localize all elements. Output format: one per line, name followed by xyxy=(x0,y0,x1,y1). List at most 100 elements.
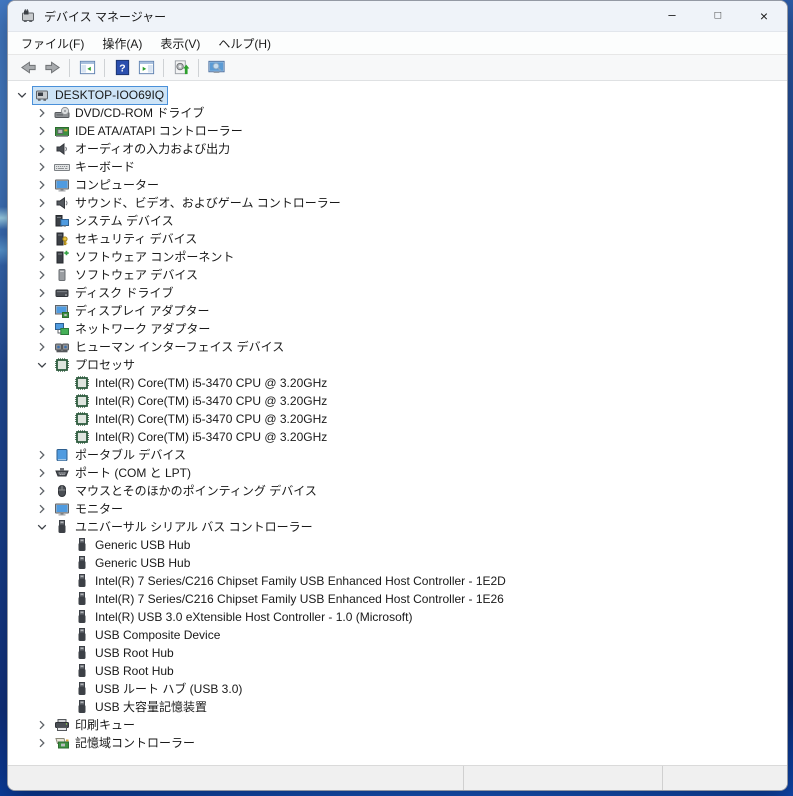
tree-item-content[interactable]: USB Root Hub xyxy=(72,662,178,681)
chevron-right-icon[interactable] xyxy=(34,141,50,157)
show-action-pane-button[interactable] xyxy=(135,57,157,78)
close-button[interactable]: × xyxy=(741,1,787,31)
tree-item[interactable]: 印刷キュー xyxy=(8,716,787,734)
chevron-right-icon[interactable] xyxy=(34,195,50,211)
tree-item[interactable]: ヒューマン インターフェイス デバイス xyxy=(8,338,787,356)
tree-item[interactable]: 記憶域コントローラー xyxy=(8,734,787,752)
forward-button[interactable] xyxy=(41,57,63,78)
tree-item[interactable]: USB Root Hub xyxy=(8,662,787,680)
tree-item[interactable]: キーボード xyxy=(8,158,787,176)
tree-item-content[interactable]: Intel(R) 7 Series/C216 Chipset Family US… xyxy=(72,572,510,591)
chevron-right-icon[interactable] xyxy=(34,321,50,337)
help-button[interactable]: ? xyxy=(111,57,133,78)
tree-item[interactable]: USB 大容量記憶装置 xyxy=(8,698,787,716)
tree-item[interactable]: DESKTOP-IOO69IQ xyxy=(8,85,787,105)
tree-item[interactable]: IDE ATA/ATAPI コントローラー xyxy=(8,122,787,140)
tree-item[interactable]: セキュリティ デバイス xyxy=(8,230,787,248)
tree-item-content[interactable]: USB Root Hub xyxy=(72,644,178,663)
tree-item-content[interactable]: ネットワーク アダプター xyxy=(52,320,214,339)
chevron-right-icon[interactable] xyxy=(34,285,50,301)
tree-item[interactable]: コンピューター xyxy=(8,176,787,194)
chevron-right-icon[interactable] xyxy=(34,339,50,355)
tree-item-content[interactable]: ユニバーサル シリアル バス コントローラー xyxy=(52,518,317,537)
tree-item[interactable]: ディスプレイ アダプター xyxy=(8,302,787,320)
tree-item[interactable]: Intel(R) 7 Series/C216 Chipset Family US… xyxy=(8,590,787,608)
tree-item-content[interactable]: キーボード xyxy=(52,158,139,177)
tree-item[interactable]: Intel(R) Core(TM) i5-3470 CPU @ 3.20GHz xyxy=(8,392,787,410)
menu-item-help[interactable]: ヘルプ(H) xyxy=(209,33,280,54)
tree-item[interactable]: Intel(R) 7 Series/C216 Chipset Family US… xyxy=(8,572,787,590)
chevron-right-icon[interactable] xyxy=(34,123,50,139)
tree-item-content[interactable]: USB ルート ハブ (USB 3.0) xyxy=(72,680,246,699)
tree-item-content[interactable]: サウンド、ビデオ、およびゲーム コントローラー xyxy=(52,194,345,213)
minimize-button[interactable]: – xyxy=(649,1,695,31)
tree-item-content[interactable]: 印刷キュー xyxy=(52,716,139,735)
chevron-right-icon[interactable] xyxy=(34,735,50,751)
chevron-right-icon[interactable] xyxy=(34,483,50,499)
chevron-right-icon[interactable] xyxy=(34,231,50,247)
search-computer-button[interactable] xyxy=(205,57,227,78)
tree-item[interactable]: Generic USB Hub xyxy=(8,536,787,554)
tree-item-content[interactable]: Intel(R) Core(TM) i5-3470 CPU @ 3.20GHz xyxy=(72,374,331,393)
tree-item-selected-box[interactable]: DESKTOP-IOO69IQ xyxy=(32,85,169,105)
tree-item[interactable]: USB Composite Device xyxy=(8,626,787,644)
tree-item-content[interactable]: Intel(R) Core(TM) i5-3470 CPU @ 3.20GHz xyxy=(72,428,331,447)
tree-item-content[interactable]: ソフトウェア コンポーネント xyxy=(52,248,238,267)
tree-item[interactable]: マウスとそのほかのポインティング デバイス xyxy=(8,482,787,500)
tree-item[interactable]: Intel(R) Core(TM) i5-3470 CPU @ 3.20GHz xyxy=(8,428,787,446)
tree-item[interactable]: USB ルート ハブ (USB 3.0) xyxy=(8,680,787,698)
chevron-right-icon[interactable] xyxy=(34,177,50,193)
tree-item-content[interactable]: オーディオの入力および出力 xyxy=(52,140,234,159)
chevron-right-icon[interactable] xyxy=(34,717,50,733)
chevron-right-icon[interactable] xyxy=(34,447,50,463)
tree-item-content[interactable]: システム デバイス xyxy=(52,212,178,231)
tree-item-content[interactable]: Generic USB Hub xyxy=(72,536,194,555)
tree-item-content[interactable]: Intel(R) USB 3.0 eXtensible Host Control… xyxy=(72,608,416,627)
tree-item-content[interactable]: ポート (COM と LPT) xyxy=(52,464,195,483)
tree-item-content[interactable]: ディスク ドライブ xyxy=(52,284,178,303)
tree-item[interactable]: サウンド、ビデオ、およびゲーム コントローラー xyxy=(8,194,787,212)
tree-item-content[interactable]: プロセッサ xyxy=(52,356,139,375)
tree-item-content[interactable]: ソフトウェア デバイス xyxy=(52,266,202,285)
tree-item[interactable]: USB Root Hub xyxy=(8,644,787,662)
show-console-tree-button[interactable] xyxy=(76,57,98,78)
tree-item-content[interactable]: コンピューター xyxy=(52,176,163,195)
tree-item[interactable]: ポータブル デバイス xyxy=(8,446,787,464)
device-tree[interactable]: DESKTOP-IOO69IQ DVD/CD-ROM ドライブ IDE ATA/AT… xyxy=(8,81,787,765)
tree-item-content[interactable]: Intel(R) Core(TM) i5-3470 CPU @ 3.20GHz xyxy=(72,410,331,429)
chevron-right-icon[interactable] xyxy=(34,465,50,481)
tree-item[interactable]: モニター xyxy=(8,500,787,518)
tree-item[interactable]: DVD/CD-ROM ドライブ xyxy=(8,104,787,122)
chevron-down-icon[interactable] xyxy=(34,357,50,373)
tree-item-content[interactable]: Intel(R) Core(TM) i5-3470 CPU @ 3.20GHz xyxy=(72,392,331,411)
tree-item-content[interactable]: ポータブル デバイス xyxy=(52,446,190,465)
scan-hardware-changes-button[interactable] xyxy=(170,57,192,78)
chevron-right-icon[interactable] xyxy=(34,249,50,265)
tree-item-content[interactable]: マウスとそのほかのポインティング デバイス xyxy=(52,482,321,501)
tree-item[interactable]: ユニバーサル シリアル バス コントローラー xyxy=(8,518,787,536)
tree-item-content[interactable]: モニター xyxy=(52,500,127,519)
tree-item-content[interactable]: ヒューマン インターフェイス デバイス xyxy=(52,338,288,357)
tree-item-content[interactable]: セキュリティ デバイス xyxy=(52,230,201,249)
menu-item-view[interactable]: 表示(V) xyxy=(151,33,209,54)
maximize-button[interactable]: □ xyxy=(695,1,741,31)
tree-item[interactable]: ソフトウェア コンポーネント xyxy=(8,248,787,266)
tree-item[interactable]: プロセッサ xyxy=(8,356,787,374)
tree-item[interactable]: Intel(R) Core(TM) i5-3470 CPU @ 3.20GHz xyxy=(8,410,787,428)
tree-item[interactable]: Intel(R) Core(TM) i5-3470 CPU @ 3.20GHz xyxy=(8,374,787,392)
menu-item-file[interactable]: ファイル(F) xyxy=(12,33,93,54)
tree-item-content[interactable]: Intel(R) 7 Series/C216 Chipset Family US… xyxy=(72,590,508,609)
tree-item[interactable]: ディスク ドライブ xyxy=(8,284,787,302)
tree-item-content[interactable]: Generic USB Hub xyxy=(72,554,194,573)
tree-item[interactable]: ポート (COM と LPT) xyxy=(8,464,787,482)
tree-item[interactable]: オーディオの入力および出力 xyxy=(8,140,787,158)
chevron-down-icon[interactable] xyxy=(34,519,50,535)
chevron-right-icon[interactable] xyxy=(34,303,50,319)
tree-item-content[interactable]: 記憶域コントローラー xyxy=(52,734,199,753)
tree-item-content[interactable]: IDE ATA/ATAPI コントローラー xyxy=(52,122,247,141)
tree-item-content[interactable]: DVD/CD-ROM ドライブ xyxy=(52,104,208,123)
back-button[interactable] xyxy=(17,57,39,78)
tree-item-content[interactable]: ディスプレイ アダプター xyxy=(52,302,214,321)
title-bar[interactable]: デバイス マネージャー – □ × xyxy=(8,1,787,32)
tree-item[interactable]: ソフトウェア デバイス xyxy=(8,266,787,284)
